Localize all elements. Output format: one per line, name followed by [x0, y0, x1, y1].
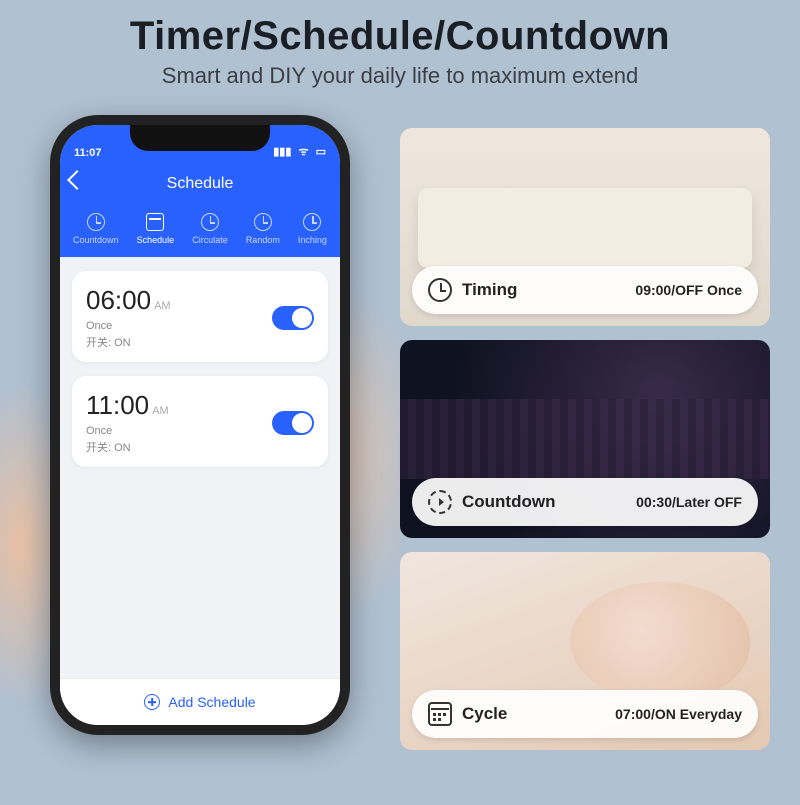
tab-label: Countdown: [73, 235, 119, 245]
headline: Timer/Schedule/Countdown: [0, 14, 800, 59]
marketing-header: Timer/Schedule/Countdown Smart and DIY y…: [0, 14, 800, 89]
tab-label: Inching: [298, 235, 327, 245]
signal-icon: ▮▮▮: [273, 146, 291, 158]
tile-value: 07:00/ON Everyday: [615, 706, 742, 722]
countdown-icon: [87, 213, 105, 231]
mode-tabs: Countdown Schedule Circulate Random Inch…: [60, 207, 340, 257]
schedule-toggle[interactable]: [272, 411, 314, 435]
schedule-ampm: AM: [152, 405, 169, 417]
tab-inching[interactable]: Inching: [298, 213, 327, 245]
tab-schedule[interactable]: Schedule: [137, 213, 175, 245]
tab-circulate[interactable]: Circulate: [192, 213, 228, 245]
schedule-repeat: Once: [86, 320, 171, 332]
tile-pill: Countdown 00:30/Later OFF: [412, 478, 758, 526]
tab-label: Random: [246, 235, 280, 245]
status-time: 11:07: [74, 147, 102, 159]
back-icon[interactable]: [67, 170, 87, 190]
tile-timing: Timing 09:00/OFF Once: [400, 128, 770, 326]
tile-cycle: Cycle 07:00/ON Everyday: [400, 552, 770, 750]
tab-countdown[interactable]: Countdown: [73, 213, 119, 245]
schedule-note: 开关: ON: [86, 439, 169, 455]
add-schedule-button[interactable]: Add Schedule: [60, 679, 340, 725]
tab-label: Circulate: [192, 235, 228, 245]
schedule-icon: [146, 213, 164, 231]
schedule-time: 11:00: [86, 390, 149, 421]
feature-tiles: Timing 09:00/OFF Once Countdown 00:30/La…: [400, 128, 770, 750]
add-schedule-label: Add Schedule: [168, 694, 255, 710]
schedule-repeat: Once: [86, 425, 169, 437]
inching-icon: [303, 213, 321, 231]
plus-icon: [144, 694, 160, 710]
calendar-icon: [428, 702, 452, 726]
phone-frame: 11:07 ▮▮▮ ᯤ ▭ Schedule Countdown Sch: [50, 115, 350, 735]
clock-icon: [428, 278, 452, 302]
tile-value: 00:30/Later OFF: [636, 494, 742, 510]
tile-label: Timing: [462, 280, 517, 300]
schedule-time: 06:00: [86, 285, 151, 316]
tab-random[interactable]: Random: [246, 213, 280, 245]
status-icons: ▮▮▮ ᯤ ▭: [269, 144, 326, 159]
app-bar: Schedule: [60, 161, 340, 207]
page-title: Schedule: [167, 175, 234, 193]
wifi-icon: ᯤ: [298, 146, 308, 158]
circulate-icon: [201, 213, 219, 231]
phone-notch: [130, 125, 270, 151]
schedule-toggle[interactable]: [272, 306, 314, 330]
tile-pill: Timing 09:00/OFF Once: [412, 266, 758, 314]
tile-label: Cycle: [462, 704, 507, 724]
countdown-icon: [428, 490, 452, 514]
phone-mockup: 11:07 ▮▮▮ ᯤ ▭ Schedule Countdown Sch: [30, 115, 370, 795]
battery-icon: ▭: [316, 146, 326, 158]
subheadline: Smart and DIY your daily life to maximum…: [0, 63, 800, 89]
schedule-item[interactable]: 06:00 AM Once 开关: ON: [72, 271, 328, 362]
random-icon: [254, 213, 272, 231]
tile-value: 09:00/OFF Once: [635, 282, 742, 298]
tile-label: Countdown: [462, 492, 555, 512]
phone-screen: 11:07 ▮▮▮ ᯤ ▭ Schedule Countdown Sch: [60, 125, 340, 725]
schedule-list: 06:00 AM Once 开关: ON 11:00 AM On: [60, 257, 340, 673]
schedule-item[interactable]: 11:00 AM Once 开关: ON: [72, 376, 328, 467]
schedule-ampm: AM: [154, 300, 171, 312]
tile-pill: Cycle 07:00/ON Everyday: [412, 690, 758, 738]
tile-countdown: Countdown 00:30/Later OFF: [400, 340, 770, 538]
schedule-note: 开关: ON: [86, 334, 171, 350]
tab-label: Schedule: [137, 235, 175, 245]
